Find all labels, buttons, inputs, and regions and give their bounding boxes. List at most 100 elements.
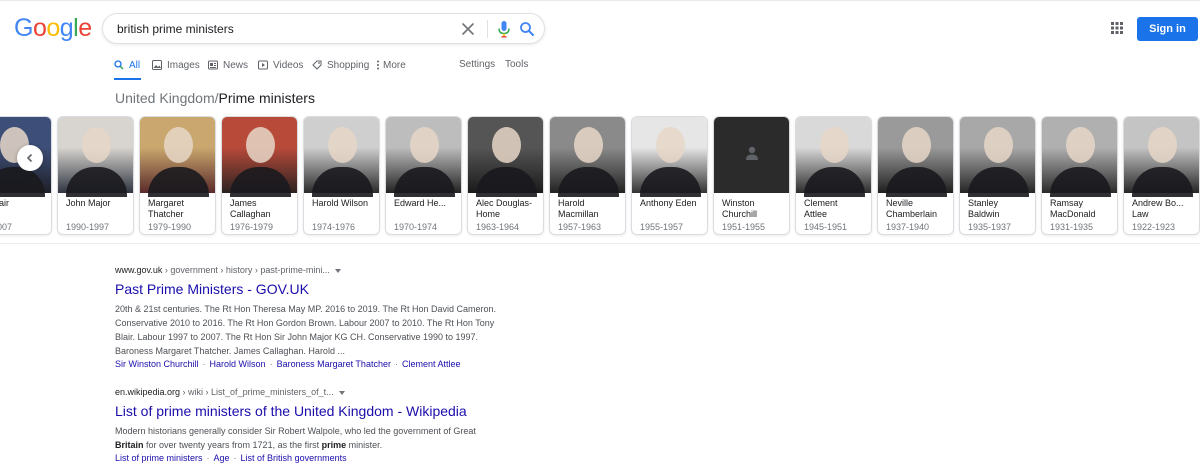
sitelink[interactable]: Clement Attlee	[402, 359, 461, 369]
pm-years: 1970-1974	[394, 222, 438, 232]
pm-name: Anthony Eden	[640, 198, 697, 208]
result-snippet: Modern historians generally consider Sir…	[115, 424, 485, 452]
pm-years: 1922-1923	[1132, 222, 1176, 232]
pm-years: 1937-1940	[886, 222, 930, 232]
portrait-body	[804, 167, 865, 197]
carousel-prev-button[interactable]	[17, 145, 43, 171]
pm-years: 1951-1955	[722, 222, 766, 232]
result-snippet: 20th & 21st centuries. The Rt Hon Theres…	[115, 304, 497, 356]
result-domain: en.wikipedia.org	[115, 387, 181, 397]
pm-name: Andrew Bo... Law	[1132, 198, 1184, 219]
sitelink[interactable]: Harold Wilson	[210, 359, 266, 369]
pm-name: Stanley Baldwin	[968, 198, 1000, 219]
clear-icon[interactable]	[459, 20, 477, 38]
pm-card[interactable]: Margaret Thatcher 1979-1990	[139, 116, 216, 235]
pm-years: 1976-1979	[230, 222, 274, 232]
sitelink[interactable]: Baroness Margaret Thatcher	[277, 359, 391, 369]
tab-images[interactable]: Images	[152, 57, 200, 73]
pm-years: 1990-1997	[66, 222, 110, 232]
result-domain: www.gov.uk	[115, 265, 163, 275]
pm-card[interactable]: Edward He... 1970-1974	[385, 116, 462, 235]
portrait-image	[304, 117, 379, 197]
tab-more[interactable]: More	[376, 57, 406, 73]
tab-shopping[interactable]: Shopping	[312, 57, 369, 73]
portrait-body	[1132, 167, 1193, 197]
result-url[interactable]: en.wikipedia.org › wiki › List_of_prime_…	[115, 386, 635, 398]
search-divider	[487, 20, 488, 38]
pm-card[interactable]: James Callaghan 1976-1979	[221, 116, 298, 235]
sitelink[interactable]: Sir Winston Churchill	[115, 359, 199, 369]
sitelink-separator: ·	[269, 359, 273, 369]
pm-card[interactable]: John Major 1990-1997	[57, 116, 134, 235]
tab-label: News	[223, 59, 249, 71]
portrait-image	[714, 117, 789, 193]
tab-label: Images	[167, 59, 200, 71]
tab-videos[interactable]: Videos	[258, 57, 303, 73]
pm-card[interactable]: Anthony Eden 1955-1957	[631, 116, 708, 235]
sitelink[interactable]: List of British governments	[241, 453, 347, 463]
sitelink[interactable]: Age	[214, 453, 230, 463]
pm-card[interactable]: Stanley Baldwin 1935-1937	[959, 116, 1036, 235]
snippet-text: Modern historians generally consider Sir…	[115, 426, 476, 436]
tab-label: All	[129, 59, 141, 71]
apps-grid-icon[interactable]	[1110, 21, 1124, 35]
pm-card[interactable]: Harold Macmillan 1957-1963	[549, 116, 626, 235]
pm-card[interactable]: y Blair 7-2007	[0, 116, 52, 235]
top-border	[0, 0, 1200, 1]
portrait-face	[1148, 127, 1177, 163]
tag-icon	[312, 60, 322, 70]
pm-name: Harold Macmillan	[558, 198, 599, 219]
pm-card[interactable]: Clement Attlee 1945-1951	[795, 116, 872, 235]
google-logo[interactable]: G o o g l e	[14, 14, 92, 44]
tab-label: More	[383, 59, 406, 71]
pm-card[interactable]: Winston Churchill 1951-1955	[713, 116, 790, 235]
pm-years: 1935-1937	[968, 222, 1012, 232]
sitelink[interactable]: List of prime ministers	[115, 453, 203, 463]
portrait-image	[468, 117, 543, 197]
sitelink-separator: ·	[202, 359, 206, 369]
pm-name: Margaret Thatcher	[148, 198, 185, 219]
pm-name: John Major	[66, 198, 111, 208]
pm-years: 1963-1964	[476, 222, 520, 232]
carousel-title-main[interactable]: United Kingdom	[115, 90, 215, 106]
portrait-face	[246, 127, 275, 163]
tab-news[interactable]: News	[208, 57, 248, 73]
pm-name: Neville Chamberlain	[886, 198, 938, 219]
microphone-icon[interactable]	[496, 20, 512, 38]
sign-in-button[interactable]: Sign in	[1137, 17, 1198, 41]
chevron-left-icon	[26, 153, 33, 163]
result-title[interactable]: Past Prime Ministers - GOV.UK	[115, 280, 635, 298]
pm-years: 1979-1990	[148, 222, 192, 232]
carousel-title: United Kingdom/Prime ministers	[115, 90, 315, 106]
pm-name: Alec Douglas- Home	[476, 198, 533, 219]
pm-card[interactable]: Andrew Bo... Law 1922-1923	[1123, 116, 1200, 235]
logo-letter: G	[14, 14, 33, 42]
carousel-title-sub: Prime ministers	[218, 90, 315, 106]
pm-name: Edward He...	[394, 198, 447, 208]
pm-card[interactable]: Harold Wilson 1974-1976	[303, 116, 380, 235]
more-vert-icon	[377, 60, 379, 70]
result-url[interactable]: www.gov.uk › government › history › past…	[115, 264, 635, 276]
portrait-body	[886, 167, 947, 197]
logo-letter: o	[32, 14, 47, 42]
news-icon	[208, 60, 218, 70]
caret-down-icon[interactable]	[334, 268, 341, 273]
portrait-body	[0, 167, 45, 197]
settings-link[interactable]: Settings	[459, 57, 495, 73]
result-title[interactable]: List of prime ministers of the United Ki…	[115, 402, 635, 420]
tools-link[interactable]: Tools	[505, 57, 528, 73]
portrait-body	[1050, 167, 1111, 197]
sitelink-separator: ·	[394, 359, 398, 369]
caret-down-icon[interactable]	[338, 390, 345, 395]
pm-card[interactable]: Ramsay MacDonald 1931-1935	[1041, 116, 1118, 235]
active-tab-indicator	[114, 78, 141, 80]
pm-card[interactable]: Alec Douglas- Home 1963-1964	[467, 116, 544, 235]
snippet-text: minister.	[346, 440, 383, 450]
pm-card[interactable]: Neville Chamberlain 1937-1940	[877, 116, 954, 235]
portrait-body	[476, 167, 537, 197]
tab-all[interactable]: All	[114, 57, 140, 73]
search-icon[interactable]	[518, 20, 536, 38]
portrait-image	[632, 117, 707, 197]
search-input[interactable]	[117, 19, 447, 39]
image-icon	[152, 60, 162, 70]
